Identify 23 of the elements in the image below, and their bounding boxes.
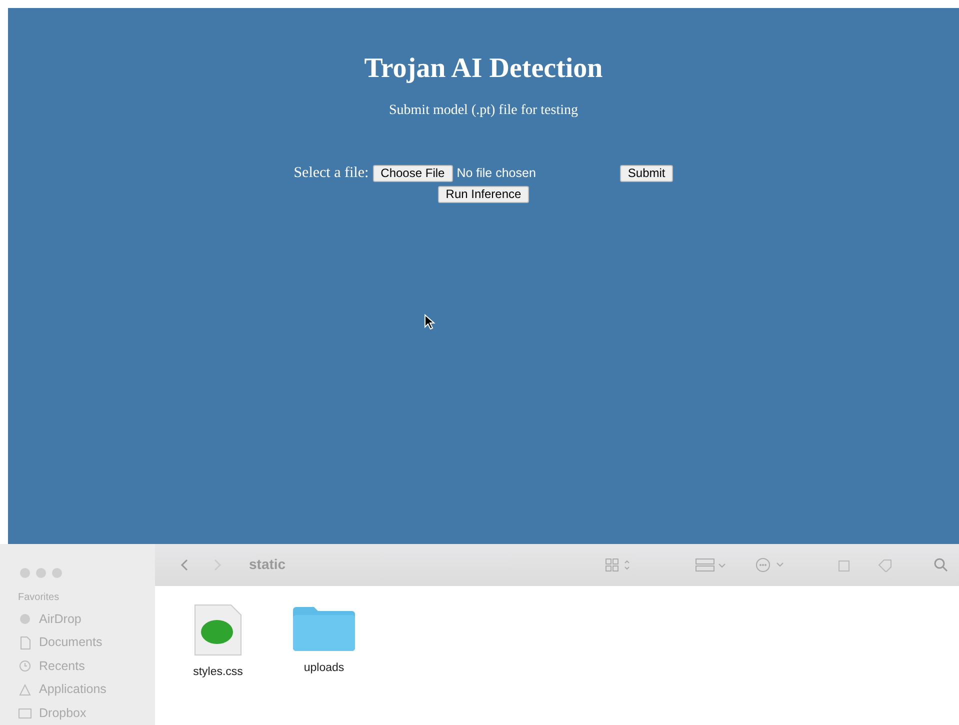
back-icon[interactable]	[179, 558, 189, 572]
document-icon	[18, 636, 32, 650]
group-icon[interactable]	[695, 558, 727, 572]
file-label: Select a file:	[294, 164, 369, 183]
clock-icon	[18, 659, 32, 674]
run-inference-button[interactable]: Run Inference	[438, 186, 530, 202]
file-name[interactable]: uploads	[304, 660, 344, 677]
share-icon[interactable]	[837, 558, 851, 572]
choose-file-button[interactable]: Choose File	[372, 164, 453, 182]
forward-icon[interactable]	[213, 558, 223, 572]
page-title: Trojan AI Detection	[364, 52, 603, 86]
folder-title: static	[249, 555, 286, 574]
page-subtitle: Submit model (.pt) file for testing	[389, 102, 578, 120]
search-icon[interactable]	[933, 556, 949, 572]
cursor-icon	[424, 314, 436, 330]
triangle-icon	[18, 682, 32, 697]
sidebar-heading: Favorites	[18, 590, 60, 604]
file-status: No file chosen	[456, 164, 536, 182]
css-file-icon	[193, 604, 243, 656]
submit-button[interactable]: Submit	[620, 164, 674, 182]
folder-icon	[18, 706, 32, 720]
file-name[interactable]: styles.css	[193, 664, 243, 681]
tag-icon[interactable]	[877, 558, 893, 572]
